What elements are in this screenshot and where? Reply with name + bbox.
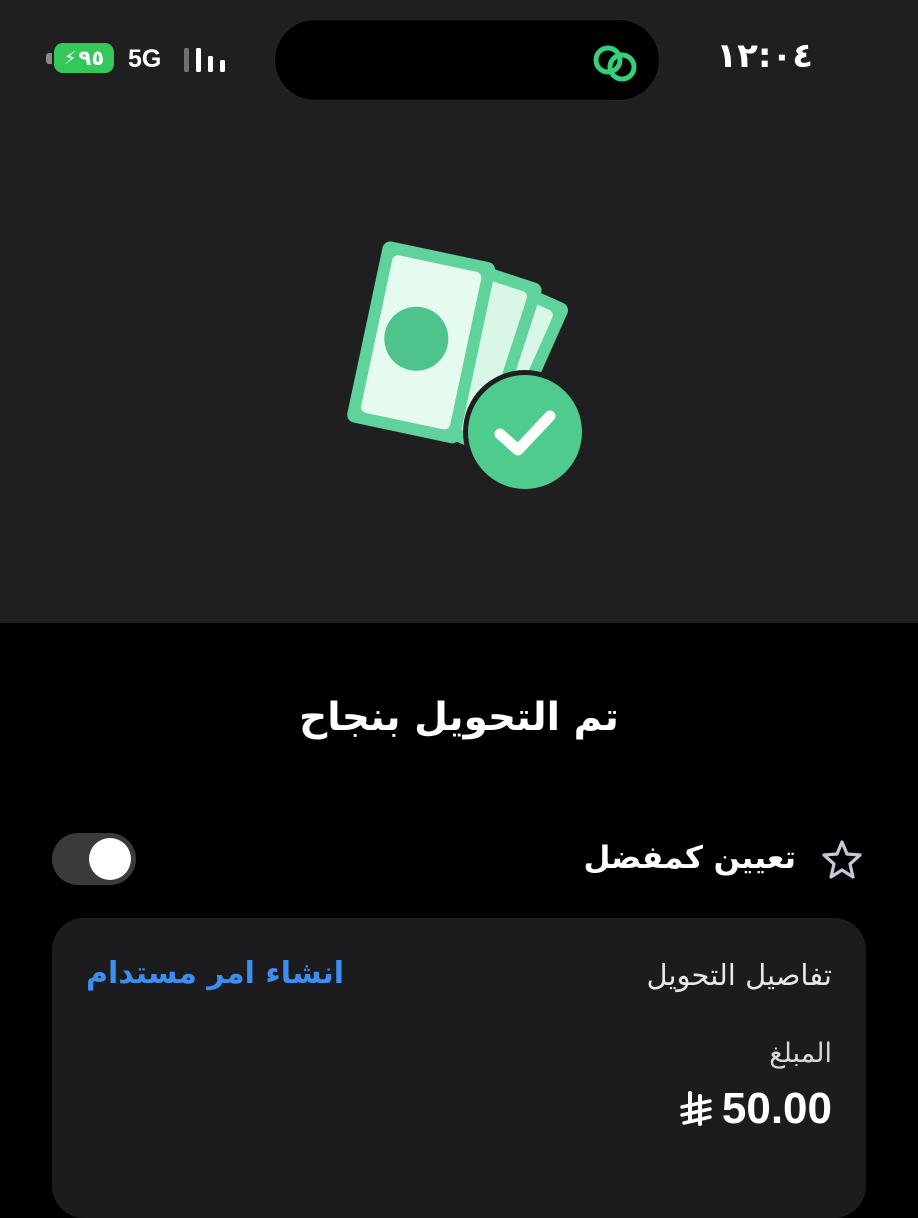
favorite-label: تعيين كمفضل — [583, 840, 796, 876]
status-time: ١٢:٠٤ — [716, 36, 813, 76]
dynamic-island — [275, 20, 659, 100]
amount-value: 50.00 — [721, 1084, 832, 1133]
battery-level: ٩٥ — [78, 46, 105, 70]
success-title: تم التحويل بنجاح — [299, 695, 619, 740]
battery-indicator: ⚡ ٩٥ — [54, 43, 114, 73]
money-transfer-success-icon — [347, 241, 587, 494]
favorite-row: تعيين كمفضل — [0, 830, 918, 890]
saudi-riyal-icon — [680, 1091, 712, 1126]
success-hero: ⚡ ٩٥ 5G ١٢:٠٤ — [0, 0, 918, 623]
network-type: 5G — [128, 45, 162, 73]
amount-label: المبلغ — [769, 1038, 832, 1069]
battery-cap — [46, 53, 52, 64]
star-icon[interactable] — [818, 836, 866, 884]
details-heading: تفاصيل التحويل — [646, 958, 832, 992]
transfer-details-card: تفاصيل التحويل انشاء امر مستدام المبلغ 5… — [52, 918, 866, 1218]
battery-charging-icon: ⚡ — [63, 47, 77, 69]
signal-bars-icon — [184, 48, 225, 72]
amount-row: 50.00 — [680, 1084, 832, 1134]
link-app-icon — [593, 45, 637, 82]
toggle-knob — [89, 838, 131, 880]
create-standing-order-link[interactable]: انشاء امر مستدام — [86, 956, 344, 991]
favorite-toggle[interactable] — [52, 833, 136, 885]
